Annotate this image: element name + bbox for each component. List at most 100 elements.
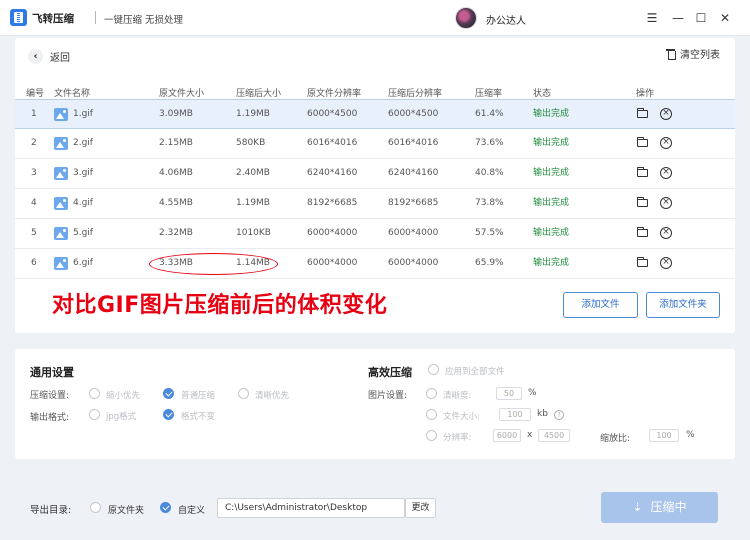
row-ratio: 73.8% — [475, 198, 504, 208]
row-index: 1 — [31, 109, 37, 119]
row-filename: 3.gif — [73, 168, 93, 178]
row-ratio: 65.9% — [475, 258, 504, 268]
clear-list-button[interactable]: 清空列表 — [666, 46, 720, 61]
scale-label: 缩放比: — [600, 434, 631, 444]
row-comp-size: 1.19MB — [236, 198, 270, 208]
row-orig-size: 2.15MB — [159, 138, 193, 148]
remove-icon[interactable]: × — [660, 197, 672, 209]
back-button[interactable]: ‹ 返回 — [28, 49, 70, 64]
minimize-icon[interactable]: — — [670, 10, 686, 26]
title-divider — [95, 11, 96, 24]
maximize-icon[interactable]: ☐ — [693, 10, 709, 26]
table-row[interactable]: 2 2.gif 2.15MB 580KB 6016*4016 6016*4016… — [15, 129, 735, 159]
option-apply-all[interactable]: 应用到全部文件 — [445, 365, 505, 377]
radio-jpg-format[interactable] — [89, 409, 100, 420]
radio-custom-folder[interactable] — [160, 502, 171, 513]
row-comp-res: 6000*4000 — [388, 228, 439, 238]
image-file-icon — [54, 227, 68, 240]
radio-keep-format[interactable] — [163, 409, 174, 420]
row-index: 5 — [31, 228, 37, 238]
header-status: 状态 — [533, 89, 552, 99]
change-path-button[interactable]: 更改 — [405, 498, 436, 518]
app-name: 飞转压缩 — [32, 13, 74, 25]
radio-source-folder[interactable] — [90, 502, 101, 513]
row-ratio: 73.6% — [475, 138, 504, 148]
row-comp-res: 6240*4160 — [388, 168, 439, 178]
table-row[interactable]: 4 4.gif 4.55MB 1.19MB 8192*6685 8192*668… — [15, 189, 735, 219]
trash-icon — [666, 48, 676, 60]
folder-icon[interactable] — [637, 137, 648, 147]
row-filename: 6.gif — [73, 258, 93, 268]
header-index: 编号 — [26, 89, 45, 99]
remove-icon[interactable]: × — [660, 257, 672, 269]
row-filename: 2.gif — [73, 138, 93, 148]
remove-icon[interactable]: × — [660, 108, 672, 120]
highlight-ellipse — [149, 253, 278, 275]
row-filename: 5.gif — [73, 228, 93, 238]
add-file-button[interactable]: 添加文件 — [563, 292, 638, 318]
folder-icon[interactable] — [637, 257, 648, 267]
row-orig-size: 4.55MB — [159, 198, 193, 208]
remove-icon[interactable]: × — [660, 227, 672, 239]
option-custom-folder[interactable]: 自定义 — [178, 503, 205, 516]
radio-size-first[interactable] — [89, 388, 100, 399]
folder-icon[interactable] — [637, 167, 648, 177]
table-row[interactable]: 1 1.gif 3.09MB 1.19MB 6000*4500 6000*450… — [15, 99, 735, 129]
res-height-input[interactable]: 4500 — [538, 429, 570, 442]
header-filename: 文件名称 — [54, 89, 91, 99]
help-icon[interactable]: ? — [554, 410, 564, 420]
compress-settings-label: 压缩设置: — [30, 391, 70, 401]
row-filename: 1.gif — [73, 109, 93, 119]
filesize-label: 文件大小: — [443, 412, 480, 422]
radio-filesize[interactable] — [426, 409, 437, 420]
image-file-icon — [54, 167, 68, 180]
scale-input[interactable]: 100 — [649, 429, 679, 442]
res-width-input[interactable]: 6000 — [493, 429, 521, 442]
row-ratio: 40.8% — [475, 168, 504, 178]
option-source-folder[interactable]: 原文件夹 — [108, 503, 144, 516]
header-ratio: 压缩率 — [475, 89, 503, 99]
clarity-input[interactable]: 50 — [496, 387, 522, 400]
add-folder-button[interactable]: 添加文件夹 — [646, 292, 720, 318]
option-normal-compress[interactable]: 普通压缩 — [181, 389, 215, 401]
radio-clarity-first[interactable] — [238, 388, 249, 399]
option-jpg-format[interactable]: jpg格式 — [106, 410, 136, 422]
table-row[interactable]: 5 5.gif 2.32MB 1010KB 6000*4000 6000*400… — [15, 219, 735, 249]
table-row[interactable]: 6 6.gif 3.33MB 1.14MB 6000*4000 6000*400… — [15, 249, 735, 279]
remove-icon[interactable]: × — [660, 137, 672, 149]
res-x-label: x — [527, 430, 533, 440]
header-actions: 操作 — [636, 89, 655, 99]
row-orig-res: 6016*4016 — [307, 138, 358, 148]
filesize-unit: kb — [537, 409, 548, 419]
avatar[interactable] — [455, 7, 477, 29]
table-row[interactable]: 3 3.gif 4.06MB 2.40MB 6240*4160 6240*416… — [15, 159, 735, 189]
row-comp-res: 6000*4500 — [388, 109, 439, 119]
radio-apply-all[interactable] — [428, 364, 439, 375]
radio-normal-compress[interactable] — [163, 388, 174, 399]
row-status: 输出完成 — [533, 168, 570, 178]
option-clarity-first[interactable]: 清晰优先 — [255, 389, 289, 401]
header-orig-res: 原文件分辨率 — [307, 89, 362, 99]
chevron-left-icon: ‹ — [28, 49, 43, 64]
row-orig-res: 8192*6685 — [307, 198, 358, 208]
radio-resolution[interactable] — [426, 430, 437, 441]
clarity-unit: % — [528, 388, 537, 398]
username[interactable]: 办公达人 — [486, 12, 526, 27]
filesize-input[interactable]: 100 — [499, 408, 531, 421]
row-filename: 4.gif — [73, 198, 93, 208]
folder-icon[interactable] — [637, 197, 648, 207]
compress-button[interactable]: ⇣ 压缩中 — [601, 492, 718, 523]
option-size-first[interactable]: 缩小优先 — [106, 389, 140, 401]
image-file-icon — [54, 137, 68, 150]
close-icon[interactable]: ✕ — [717, 10, 733, 26]
output-dir-label: 导出目录: — [30, 505, 72, 516]
remove-icon[interactable]: × — [660, 167, 672, 179]
menu-icon[interactable]: ☰ — [644, 10, 660, 26]
radio-clarity[interactable] — [426, 388, 437, 399]
scale-unit: % — [686, 430, 695, 440]
folder-icon[interactable] — [637, 227, 648, 237]
image-file-icon — [54, 197, 68, 210]
folder-icon[interactable] — [637, 108, 648, 118]
output-path-input[interactable]: C:\Users\Administrator\Desktop — [217, 498, 405, 518]
option-keep-format[interactable]: 格式不变 — [181, 410, 215, 422]
